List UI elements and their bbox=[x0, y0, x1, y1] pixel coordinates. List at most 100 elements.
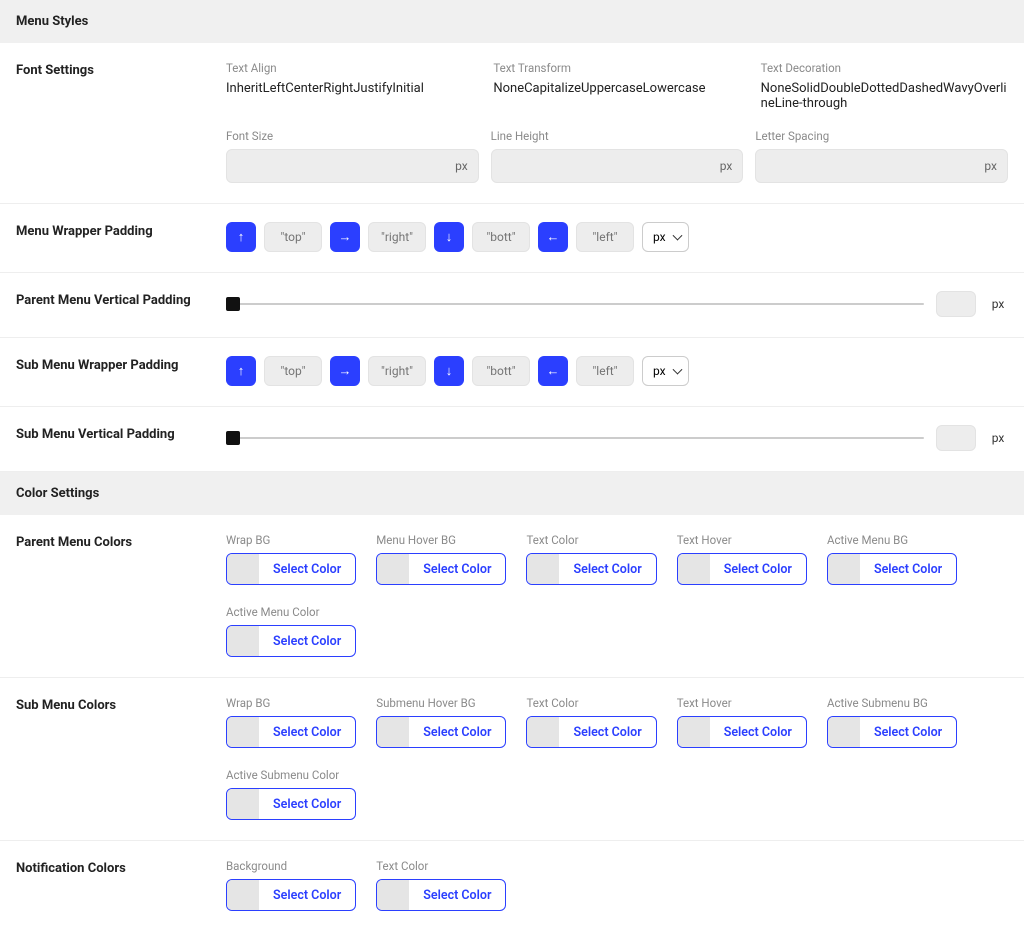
label-letter-spacing: Letter Spacing bbox=[755, 129, 1008, 143]
color-picker-active-menu-color[interactable]: Select Color bbox=[226, 625, 356, 657]
color-picker-active-submenu-bg[interactable]: Select Color bbox=[827, 716, 957, 748]
padding-top-input[interactable] bbox=[264, 222, 322, 252]
select-color-label: Select Color bbox=[409, 717, 505, 747]
select-color-label: Select Color bbox=[259, 789, 355, 819]
arrow-left-icon[interactable]: ← bbox=[538, 222, 568, 252]
value-text-decoration[interactable]: NoneSolidDoubleDottedDashedWavyOverlineL… bbox=[761, 81, 1008, 111]
color-picker-sub-wrap-bg[interactable]: Select Color bbox=[226, 716, 356, 748]
arrow-right-icon[interactable]: → bbox=[330, 356, 360, 386]
select-color-label: Select Color bbox=[259, 554, 355, 584]
parent-vertical-padding-unit: px bbox=[988, 297, 1008, 311]
row-label-submenu-wrapper-padding: Sub Menu Wrapper Padding bbox=[16, 356, 226, 386]
submenu-vertical-padding-slider[interactable] bbox=[226, 437, 924, 439]
color-swatch bbox=[377, 717, 409, 747]
color-swatch bbox=[828, 554, 860, 584]
row-parent-menu-colors: Parent Menu Colors Wrap BG Select Color … bbox=[0, 515, 1024, 678]
row-submenu-colors: Sub Menu Colors Wrap BG Select Color Sub… bbox=[0, 678, 1024, 841]
select-color-label: Select Color bbox=[559, 717, 655, 747]
color-picker-wrap-bg[interactable]: Select Color bbox=[226, 553, 356, 585]
label-line-height: Line Height bbox=[491, 129, 744, 143]
submenu-vertical-padding-value[interactable] bbox=[936, 425, 976, 451]
color-picker-active-submenu-color[interactable]: Select Color bbox=[226, 788, 356, 820]
label-submenu-hover-bg: Submenu Hover BG bbox=[376, 696, 506, 710]
arrow-left-icon[interactable]: ← bbox=[538, 356, 568, 386]
label-active-menu-bg: Active Menu BG bbox=[827, 533, 957, 547]
input-font-size[interactable]: px bbox=[226, 149, 479, 183]
row-label-parent-vertical-padding: Parent Menu Vertical Padding bbox=[16, 291, 226, 317]
label-text-transform: Text Transform bbox=[493, 61, 740, 75]
select-color-label: Select Color bbox=[409, 880, 505, 910]
slider-thumb[interactable] bbox=[226, 431, 240, 445]
sub-padding-top-input[interactable] bbox=[264, 356, 322, 386]
select-color-label: Select Color bbox=[409, 554, 505, 584]
input-letter-spacing[interactable]: px bbox=[755, 149, 1008, 183]
value-text-align[interactable]: InheritLeftCenterRightJustifyInitial bbox=[226, 81, 473, 96]
label-wrap-bg: Wrap BG bbox=[226, 533, 356, 547]
color-swatch bbox=[227, 789, 259, 819]
color-swatch bbox=[527, 717, 559, 747]
select-color-label: Select Color bbox=[559, 554, 655, 584]
color-picker-text-hover[interactable]: Select Color bbox=[677, 553, 807, 585]
label-sub-text-color: Text Color bbox=[526, 696, 656, 710]
parent-vertical-padding-value[interactable] bbox=[936, 291, 976, 317]
sub-padding-left-input[interactable] bbox=[576, 356, 634, 386]
color-picker-menu-hover-bg[interactable]: Select Color bbox=[376, 553, 506, 585]
label-text-decoration: Text Decoration bbox=[761, 61, 1008, 75]
sub-padding-unit-select[interactable]: px bbox=[642, 356, 689, 386]
color-picker-notif-text-color[interactable]: Select Color bbox=[376, 879, 506, 911]
arrow-down-icon[interactable]: ↓ bbox=[434, 356, 464, 386]
row-label-font-settings: Font Settings bbox=[16, 61, 226, 183]
row-label-parent-menu-colors: Parent Menu Colors bbox=[16, 533, 226, 657]
row-label-notification-colors: Notification Colors bbox=[16, 859, 226, 911]
select-color-label: Select Color bbox=[860, 717, 956, 747]
row-submenu-vertical-padding: Sub Menu Vertical Padding px bbox=[0, 407, 1024, 472]
color-picker-sub-text-hover[interactable]: Select Color bbox=[677, 716, 807, 748]
color-picker-notif-background[interactable]: Select Color bbox=[226, 879, 356, 911]
select-color-label: Select Color bbox=[259, 717, 355, 747]
section-header-menu-styles: Menu Styles bbox=[0, 0, 1024, 43]
label-sub-text-hover: Text Hover bbox=[677, 696, 807, 710]
padding-left-input[interactable] bbox=[576, 222, 634, 252]
value-text-transform[interactable]: NoneCapitalizeUppercaseLowercase bbox=[493, 81, 740, 96]
color-picker-submenu-hover-bg[interactable]: Select Color bbox=[376, 716, 506, 748]
slider-thumb[interactable] bbox=[226, 297, 240, 311]
letter-spacing-unit: px bbox=[984, 159, 997, 173]
padding-bottom-input[interactable] bbox=[472, 222, 530, 252]
color-picker-active-menu-bg[interactable]: Select Color bbox=[827, 553, 957, 585]
color-swatch bbox=[377, 554, 409, 584]
color-picker-sub-text-color[interactable]: Select Color bbox=[526, 716, 656, 748]
select-color-label: Select Color bbox=[710, 717, 806, 747]
sub-padding-right-input[interactable] bbox=[368, 356, 426, 386]
select-color-label: Select Color bbox=[259, 880, 355, 910]
row-label-submenu-vertical-padding: Sub Menu Vertical Padding bbox=[16, 425, 226, 451]
sub-padding-bottom-input[interactable] bbox=[472, 356, 530, 386]
font-size-field[interactable] bbox=[237, 159, 455, 173]
select-color-label: Select Color bbox=[710, 554, 806, 584]
arrow-up-icon[interactable]: ↑ bbox=[226, 356, 256, 386]
label-notif-text-color: Text Color bbox=[376, 859, 506, 873]
label-active-submenu-color: Active Submenu Color bbox=[226, 768, 356, 782]
arrow-up-icon[interactable]: ↑ bbox=[226, 222, 256, 252]
line-height-unit: px bbox=[720, 159, 733, 173]
color-picker-text-color[interactable]: Select Color bbox=[526, 553, 656, 585]
arrow-right-icon[interactable]: → bbox=[330, 222, 360, 252]
row-menu-wrapper-padding: Menu Wrapper Padding ↑ → ↓ ← px bbox=[0, 204, 1024, 273]
label-font-size: Font Size bbox=[226, 129, 479, 143]
row-submenu-wrapper-padding: Sub Menu Wrapper Padding ↑ → ↓ ← px bbox=[0, 338, 1024, 407]
select-color-label: Select Color bbox=[860, 554, 956, 584]
padding-unit-select[interactable]: px bbox=[642, 222, 689, 252]
arrow-down-icon[interactable]: ↓ bbox=[434, 222, 464, 252]
color-swatch bbox=[227, 717, 259, 747]
parent-vertical-padding-slider[interactable] bbox=[226, 303, 924, 305]
line-height-field[interactable] bbox=[502, 159, 720, 173]
letter-spacing-field[interactable] bbox=[766, 159, 984, 173]
row-notification-colors: Notification Colors Background Select Co… bbox=[0, 841, 1024, 931]
submenu-vertical-padding-unit: px bbox=[988, 431, 1008, 445]
row-label-submenu-colors: Sub Menu Colors bbox=[16, 696, 226, 820]
input-line-height[interactable]: px bbox=[491, 149, 744, 183]
padding-right-input[interactable] bbox=[368, 222, 426, 252]
label-active-submenu-bg: Active Submenu BG bbox=[827, 696, 957, 710]
color-swatch bbox=[828, 717, 860, 747]
section-header-color-settings: Color Settings bbox=[0, 472, 1024, 515]
label-menu-hover-bg: Menu Hover BG bbox=[376, 533, 506, 547]
